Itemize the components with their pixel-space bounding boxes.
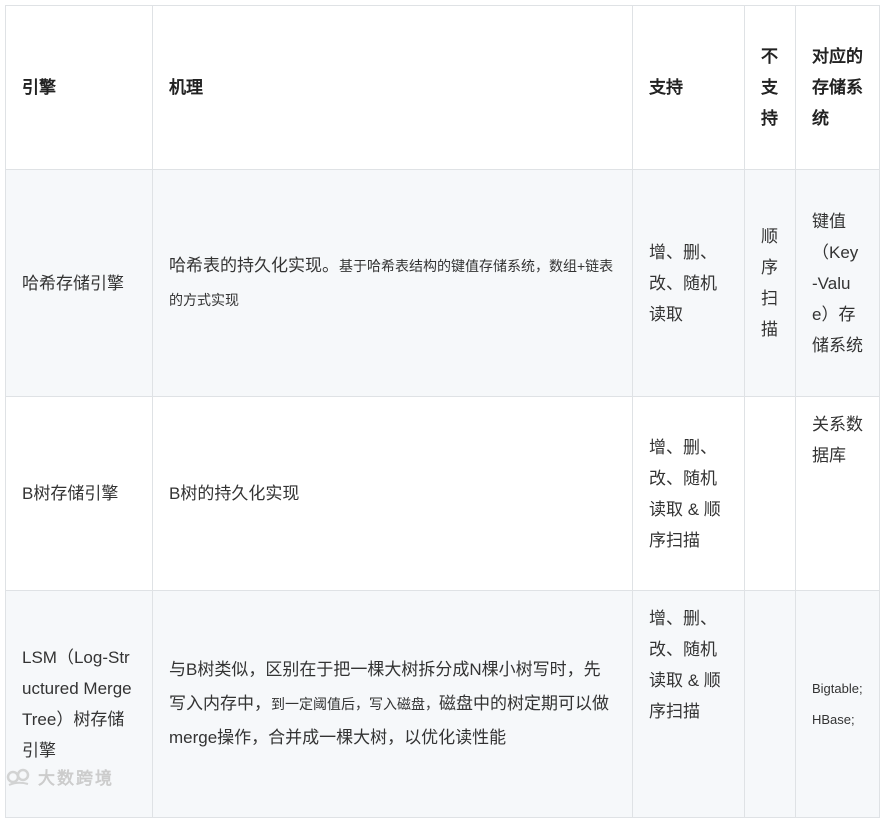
cell-not-supports: 顺序扫描 bbox=[744, 169, 796, 397]
cell-engine: B树存储引擎 bbox=[5, 396, 153, 591]
watermark-text: 大数跨境 bbox=[38, 769, 114, 788]
table-row: B树存储引擎 B树的持久化实现 增、删、改、随机读取 & 顺序扫描 关系数据库 bbox=[5, 396, 880, 591]
watermark-logo-icon bbox=[6, 767, 32, 787]
mechanism-part-2: 到一定阈值后，写入磁盘， bbox=[271, 696, 439, 712]
table-row: LSM（Log-Structured Merge Tree）树存储引擎 与B树类… bbox=[5, 590, 880, 818]
cell-engine: 哈希存储引擎 bbox=[5, 169, 153, 397]
cell-mechanism: B树的持久化实现 bbox=[152, 396, 633, 591]
header-storage-system: 对应的存储系统 bbox=[795, 5, 880, 170]
cell-mechanism: 哈希表的持久化实现。基于哈希表结构的键值存储系统，数组+链表的方式实现 bbox=[152, 169, 633, 397]
header-engine: 引擎 bbox=[5, 5, 153, 170]
table-row: 哈希存储引擎 哈希表的持久化实现。基于哈希表结构的键值存储系统，数组+链表的方式… bbox=[5, 169, 880, 397]
watermark: 大数跨境 bbox=[6, 764, 114, 789]
cell-not-supports bbox=[744, 396, 796, 591]
cell-mechanism: 与B树类似，区别在于把一棵大树拆分成N棵小树写时，先写入内存中，到一定阈值后，写… bbox=[152, 590, 633, 818]
cell-supports: 增、删、改、随机读取 & 顺序扫描 bbox=[632, 590, 745, 818]
cell-supports: 增、删、改、随机读取 bbox=[632, 169, 745, 397]
cell-storage-system: Bigtable; HBase; bbox=[795, 590, 880, 818]
storage-engine-table: 引擎 机理 支持 不支持 对应的存储系统 哈希存储引擎 哈希表的持久化实现。基于… bbox=[5, 5, 880, 818]
header-row: 引擎 机理 支持 不支持 对应的存储系统 bbox=[5, 5, 880, 170]
cell-storage-system: 键值（Key-Value）存储系统 bbox=[795, 169, 880, 397]
cell-supports: 增、删、改、随机读取 & 顺序扫描 bbox=[632, 396, 745, 591]
header-not-supports: 不支持 bbox=[744, 5, 796, 170]
cell-storage-system: 关系数据库 bbox=[795, 396, 880, 591]
cell-not-supports bbox=[744, 590, 796, 818]
header-supports: 支持 bbox=[632, 5, 745, 170]
header-mechanism: 机理 bbox=[152, 5, 633, 170]
mechanism-main: 哈希表的持久化实现。 bbox=[169, 256, 339, 275]
